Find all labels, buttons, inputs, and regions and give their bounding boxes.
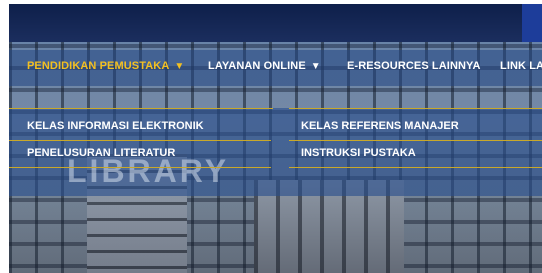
dropdown-divider [289,108,542,109]
dropdown-divider [289,140,542,141]
dropdown-divider [9,167,271,168]
corner-block [522,4,542,42]
dropdown-item-kelas-informasi-elektronik[interactable]: KELAS INFORMASI ELEKTRONIK [27,120,204,132]
nav-item-e-resources[interactable]: E-RESOURCES LAINNYA [347,60,481,72]
nav-item-label: E-RESOURCES LAINNYA [347,60,481,72]
caret-down-icon: ▼ [174,61,185,72]
nav-item-label: LINK LA [500,60,542,72]
dropdown-divider [9,108,273,109]
nav-item-label: PENDIDIKAN PEMUSTAKA [27,60,170,72]
dropdown-item-kelas-referens-manajer[interactable]: KELAS REFERENS MANAJER [301,120,459,132]
nav-item-pendidikan-pemustaka[interactable]: PENDIDIKAN PEMUSTAKA ▼ [27,60,184,72]
nav-item-label: LAYANAN ONLINE [208,60,306,72]
roof-band [9,4,542,42]
hero-banner: PENDIDIKAN PEMUSTAKA ▼ LAYANAN ONLINE ▼ E-… [9,4,542,273]
nav-item-link-lainnya[interactable]: LINK LA [500,60,542,72]
dropdown-item-penelusuran-literatur[interactable]: PENELUSURAN LITERATUR [27,147,175,159]
dropdown-divider [289,167,542,168]
nav-item-layanan-online[interactable]: LAYANAN ONLINE ▼ [208,60,321,72]
caret-down-icon: ▼ [310,61,321,72]
dropdown-item-instruksi-pustaka[interactable]: INSTRUKSI PUSTAKA [301,147,416,159]
dropdown-divider [9,140,271,141]
